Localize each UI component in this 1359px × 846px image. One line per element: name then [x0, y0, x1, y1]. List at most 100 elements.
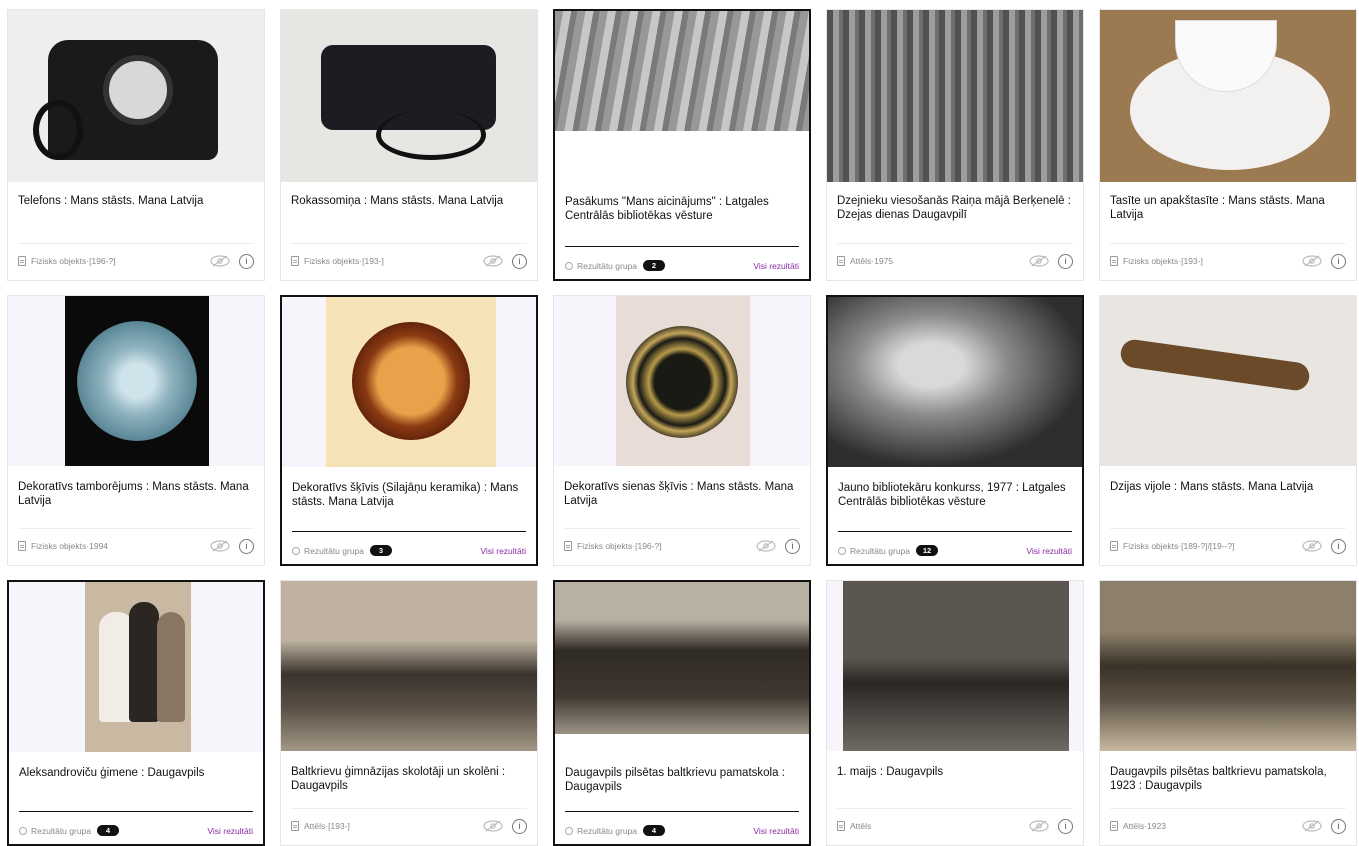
item-type: Attēls	[850, 821, 872, 831]
card-meta: Fizisks objekts · [189-?]/[19--?] i	[1110, 537, 1346, 555]
card-meta: Attēls i	[837, 817, 1073, 835]
thumbnail[interactable]	[555, 11, 809, 131]
group-meta: Rezultātu grupa 2 Visi rezultāti	[565, 260, 799, 271]
thumbnail[interactable]	[1100, 581, 1356, 751]
result-card[interactable]: Dekoratīvs tamborējums : Mans stāsts. Ma…	[7, 295, 265, 566]
card-title[interactable]: Telefons : Mans stāsts. Mana Latvija	[18, 194, 254, 208]
info-icon[interactable]: i	[239, 253, 254, 269]
card-meta: Attēls · 1975 i	[837, 252, 1073, 270]
divider	[1110, 528, 1346, 529]
info-icon[interactable]: i	[785, 538, 800, 554]
divider	[292, 531, 526, 532]
result-group-card[interactable]: Aleksandroviču ģimene : Daugavpils Rezul…	[7, 580, 265, 846]
card-title[interactable]: Dzejnieku viesošanās Raiņa mājā Berķenel…	[837, 194, 1073, 222]
result-card[interactable]: Dekoratīvs sienas šķīvis : Mans stāsts. …	[553, 295, 811, 566]
divider	[1110, 808, 1346, 809]
group-label: Rezultātu grupa	[850, 545, 911, 556]
card-title[interactable]: Rokassomiņa : Mans stāsts. Mana Latvija	[291, 194, 527, 208]
all-results-link[interactable]: Visi rezultāti	[1026, 546, 1072, 556]
thumbnail[interactable]	[282, 297, 536, 467]
divider	[838, 531, 1072, 532]
result-card[interactable]: Telefons : Mans stāsts. Mana Latvija Fiz…	[7, 9, 265, 281]
eye-off-icon[interactable]	[1301, 255, 1323, 267]
all-results-link[interactable]: Visi rezultāti	[207, 826, 253, 836]
info-icon[interactable]: i	[1331, 538, 1346, 554]
divider	[837, 243, 1073, 244]
divider	[565, 811, 799, 812]
card-title[interactable]: Daugavpils pilsētas baltkrievu pamatskol…	[1110, 765, 1346, 793]
thumbnail[interactable]	[281, 581, 537, 751]
count-badge: 2	[643, 260, 666, 271]
card-title[interactable]: Daugavpils pilsētas baltkrievu pamatskol…	[565, 766, 799, 794]
card-title[interactable]: Tasīte un apakštasīte : Mans stāsts. Man…	[1110, 194, 1346, 222]
info-icon[interactable]: i	[1331, 818, 1346, 834]
card-title[interactable]: Jauno bibliotekāru konkurss, 1977 : Latg…	[838, 481, 1072, 509]
info-icon[interactable]: i	[239, 538, 254, 554]
all-results-link[interactable]: Visi rezultāti	[753, 826, 799, 836]
result-card[interactable]: Dzejnieku viesošanās Raiņa mājā Berķenel…	[826, 9, 1084, 281]
card-title[interactable]: Pasākums "Mans aicinājums" : Latgales Ce…	[565, 195, 799, 223]
result-card[interactable]: 1. maijs : Daugavpils Attēls i	[826, 580, 1084, 846]
info-icon[interactable]: i	[512, 253, 527, 269]
thumbnail[interactable]	[8, 296, 264, 466]
group-label: Rezultātu grupa	[31, 825, 92, 836]
all-results-link[interactable]: Visi rezultāti	[753, 261, 799, 271]
card-title[interactable]: Dzijas vijole : Mans stāsts. Mana Latvij…	[1110, 480, 1346, 494]
card-title[interactable]: Aleksandroviču ģimene : Daugavpils	[19, 766, 253, 780]
thumbnail[interactable]	[281, 10, 537, 182]
card-title[interactable]: Dekoratīvs tamborējums : Mans stāsts. Ma…	[18, 480, 254, 508]
divider	[837, 808, 1073, 809]
item-date: 1923	[1147, 821, 1167, 831]
eye-off-icon[interactable]	[482, 820, 504, 832]
all-results-link[interactable]: Visi rezultāti	[480, 546, 526, 556]
thumbnail[interactable]	[828, 297, 1082, 467]
eye-off-icon[interactable]	[209, 540, 231, 552]
card-title[interactable]: Baltkrievu ģimnāzijas skolotāji un skolē…	[291, 765, 527, 793]
result-group-card[interactable]: Pasākums "Mans aicinājums" : Latgales Ce…	[553, 9, 811, 281]
eye-off-icon[interactable]	[755, 540, 777, 552]
thumbnail[interactable]	[1100, 10, 1356, 182]
result-group-card[interactable]: Dekoratīvs šķīvis (Silajāņu keramika) : …	[280, 295, 538, 566]
document-icon	[1110, 256, 1118, 266]
result-card[interactable]: Baltkrievu ģimnāzijas skolotāji un skolē…	[280, 580, 538, 846]
eye-off-icon[interactable]	[1028, 820, 1050, 832]
group-meta: Rezultātu grupa 3 Visi rezultāti	[292, 545, 526, 556]
card-title[interactable]: Dekoratīvs šķīvis (Silajāņu keramika) : …	[292, 481, 526, 509]
info-icon[interactable]: i	[1331, 253, 1346, 269]
image-icon	[1110, 821, 1118, 831]
card-title[interactable]: Dekoratīvs sienas šķīvis : Mans stāsts. …	[564, 480, 800, 508]
item-type: Fizisks objekts	[1123, 256, 1179, 266]
divider	[19, 811, 253, 812]
result-group-card[interactable]: Daugavpils pilsētas baltkrievu pamatskol…	[553, 580, 811, 846]
info-icon[interactable]: i	[1058, 253, 1073, 269]
eye-off-icon[interactable]	[1301, 540, 1323, 552]
group-label: Rezultātu grupa	[577, 825, 638, 836]
eye-off-icon[interactable]	[482, 255, 504, 267]
result-card[interactable]: Dzijas vijole : Mans stāsts. Mana Latvij…	[1099, 295, 1357, 566]
eye-off-icon[interactable]	[1301, 820, 1323, 832]
group-meta: Rezultātu grupa 4 Visi rezultāti	[565, 825, 799, 836]
thumbnail[interactable]	[1100, 296, 1356, 466]
item-date: [193-]	[328, 821, 350, 831]
thumbnail[interactable]	[827, 10, 1083, 182]
thumbnail[interactable]	[554, 296, 810, 466]
card-title[interactable]: 1. maijs : Daugavpils	[837, 765, 1073, 779]
result-card[interactable]: Tasīte un apakštasīte : Mans stāsts. Man…	[1099, 9, 1357, 281]
thumbnail[interactable]	[827, 581, 1083, 751]
thumbnail[interactable]	[9, 582, 263, 752]
card-meta: Fizisks objekts · [196-?] i	[18, 252, 254, 270]
group-label: Rezultātu grupa	[577, 260, 638, 271]
result-card[interactable]: Rokassomiņa : Mans stāsts. Mana Latvija …	[280, 9, 538, 281]
thumbnail[interactable]	[555, 582, 809, 734]
thumbnail[interactable]	[8, 10, 264, 182]
result-card[interactable]: Daugavpils pilsētas baltkrievu pamatskol…	[1099, 580, 1357, 846]
card-meta: Fizisks objekts · [196-?] i	[564, 537, 800, 555]
document-icon	[18, 256, 26, 266]
image-icon	[837, 821, 845, 831]
eye-off-icon[interactable]	[209, 255, 231, 267]
item-type: Attēls	[1123, 821, 1145, 831]
info-icon[interactable]: i	[1058, 818, 1073, 834]
result-group-card[interactable]: Jauno bibliotekāru konkurss, 1977 : Latg…	[826, 295, 1084, 566]
info-icon[interactable]: i	[512, 818, 527, 834]
eye-off-icon[interactable]	[1028, 255, 1050, 267]
